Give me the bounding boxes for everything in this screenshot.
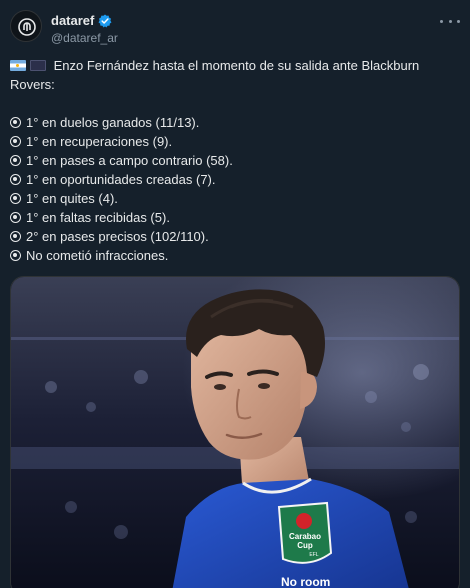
list-item: 1° en quites (4).: [10, 189, 450, 208]
radio-bullet-icon: [10, 117, 21, 128]
radio-bullet-icon: [10, 231, 21, 242]
intro-text: Enzo Fernández hasta el momento de su sa…: [10, 58, 420, 92]
display-name[interactable]: dataref: [51, 13, 94, 28]
badge-line2: Cup: [297, 541, 313, 550]
tweet-text: Enzo Fernández hasta el momento de su sa…: [10, 56, 450, 265]
badge-efl: EFL: [309, 552, 318, 558]
list-item: 1° en recuperaciones (9).: [10, 132, 450, 151]
list-item: 1° en duelos ganados (11/13).: [10, 113, 450, 132]
list-item: 2° en pases precisos (102/110).: [10, 227, 450, 246]
more-options-icon[interactable]: [440, 14, 460, 28]
dataref-logo-icon: [18, 18, 36, 36]
avatar[interactable]: [10, 10, 42, 42]
tweet-intro: Enzo Fernández hasta el momento de su sa…: [10, 56, 450, 94]
carabao-cup-badge: Carabao Cup EFL: [277, 501, 333, 564]
player-photo: Carabao Cup EFL No room: [11, 277, 459, 588]
sponsor-text: No room: [281, 575, 330, 588]
badge-line1: Carabao: [289, 532, 321, 541]
argentina-flag-icon: [10, 60, 26, 71]
list-item: No cometió infracciones.: [10, 246, 450, 265]
radio-bullet-icon: [10, 174, 21, 185]
tweet-header: dataref @dataref_ar: [10, 10, 460, 46]
list-item: 1° en pases a campo contrario (58).: [10, 151, 450, 170]
radio-bullet-icon: [10, 155, 21, 166]
radio-bullet-icon: [10, 193, 21, 204]
author-handle[interactable]: @dataref_ar: [51, 31, 118, 45]
list-item: 1° en faltas recibidas (5).: [10, 208, 450, 227]
list-item: 1° en oportunidades creadas (7).: [10, 170, 450, 189]
club-flag-icon: [30, 60, 46, 71]
radio-bullet-icon: [10, 250, 21, 261]
radio-bullet-icon: [10, 212, 21, 223]
author-names: dataref @dataref_ar: [51, 12, 118, 45]
tweet-photo[interactable]: Carabao Cup EFL No room: [10, 276, 460, 588]
radio-bullet-icon: [10, 136, 21, 147]
stats-list: 1° en duelos ganados (11/13). 1° en recu…: [10, 113, 450, 265]
verified-badge-icon: [98, 14, 112, 27]
